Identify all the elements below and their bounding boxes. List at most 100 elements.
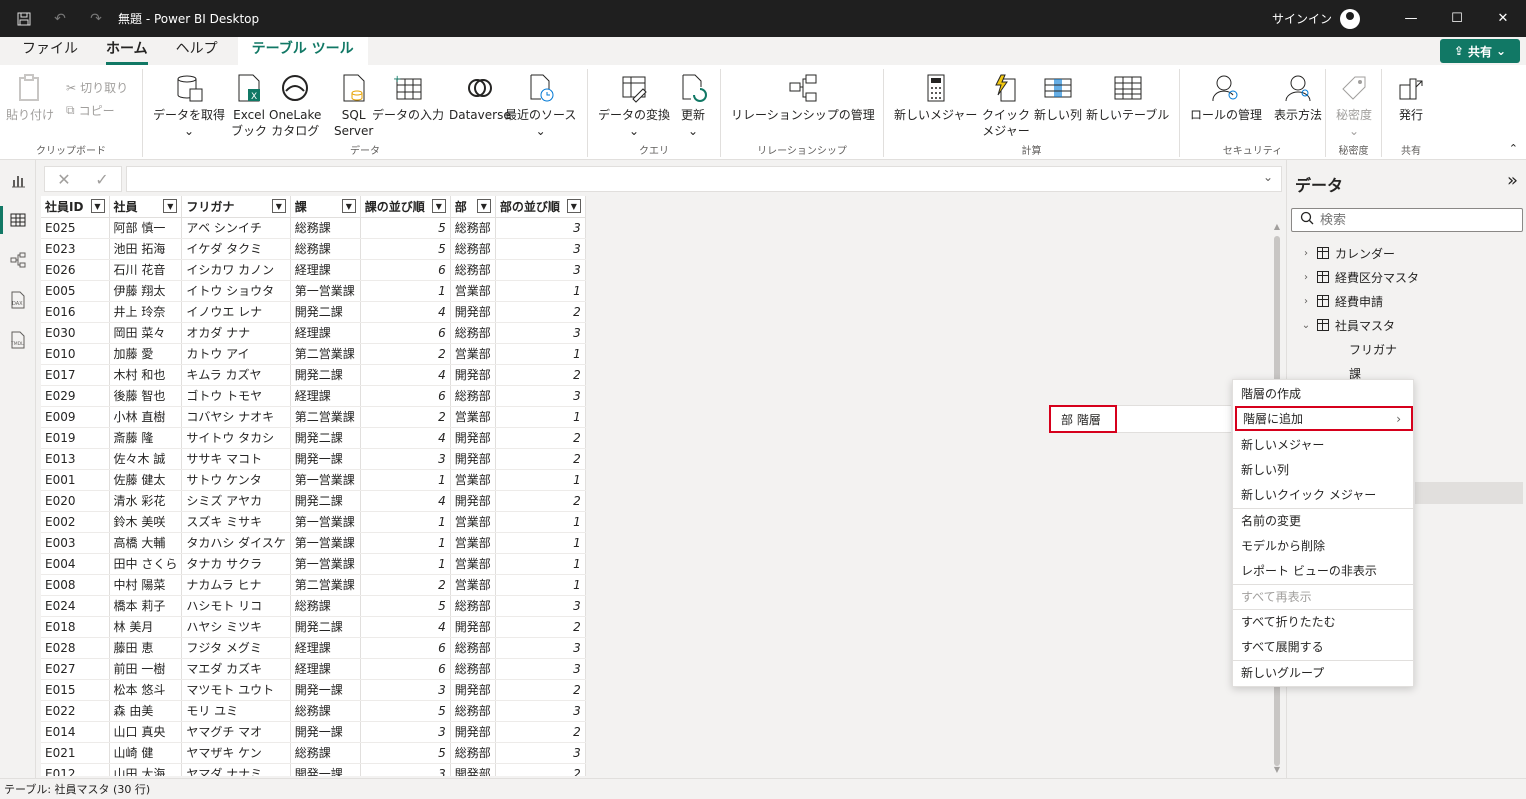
table-cell[interactable]: E023 [41,238,110,260]
table-cell[interactable]: 1 [495,553,586,575]
table-cell[interactable]: 営業部 [450,406,496,428]
table-item-expense-request[interactable]: › 経費申請 [1301,290,1383,312]
table-row[interactable]: E023 池田 拓海 イケダ タクミ 総務課 5 総務部 3 [41,238,586,260]
tab-help[interactable]: ヘルプ [162,37,232,65]
ribbon-collapse-icon[interactable]: ⌃ [1509,142,1518,155]
table-cell[interactable]: 総務部 [450,637,496,659]
table-cell[interactable]: 佐々木 誠 [109,448,183,470]
table-cell[interactable]: 山口 真央 [109,721,183,743]
menu-item-delete-from-model[interactable]: モデルから削除 [1233,533,1413,558]
menu-item-new-column[interactable]: 新しい列 [1233,457,1413,482]
table-cell[interactable]: 1 [495,574,586,596]
menu-item-collapse-all[interactable]: すべて折りたたむ [1233,609,1413,634]
table-cell[interactable]: 5 [360,700,451,722]
table-cell[interactable]: 総務部 [450,217,496,239]
table-cell[interactable]: 5 [360,238,451,260]
table-cell[interactable]: E029 [41,385,110,407]
table-cell[interactable]: 総務部 [450,322,496,344]
table-cell[interactable]: 3 [360,721,451,743]
table-cell[interactable]: E010 [41,343,110,365]
menu-item-expand-all[interactable]: すべて展開する [1233,634,1413,659]
table-cell[interactable]: シミズ アヤカ [181,490,291,512]
dax-query-view-icon[interactable]: DAX [0,282,36,318]
column-header[interactable]: フリガナ ▼ [181,196,291,218]
filter-dropdown-icon[interactable]: ▼ [566,199,581,213]
share-button[interactable]: ⇪ 共有 ⌄ [1440,39,1520,63]
table-cell[interactable]: E005 [41,280,110,302]
table-cell[interactable]: 3 [495,385,586,407]
menu-item-rename[interactable]: 名前の変更 [1233,508,1413,533]
manage-relationships-button[interactable]: リレーションシップの管理 [731,73,875,123]
table-cell[interactable]: サトウ ケンタ [181,469,291,491]
table-cell[interactable]: 総務部 [450,238,496,260]
table-cell[interactable]: ゴトウ トモヤ [181,385,291,407]
table-cell[interactable]: 開発一課 [290,763,361,776]
table-cell[interactable]: 4 [360,616,451,638]
table-cell[interactable]: E018 [41,616,110,638]
table-cell[interactable]: 2 [495,721,586,743]
table-cell[interactable]: 2 [495,763,586,776]
table-cell[interactable]: E002 [41,511,110,533]
table-row[interactable]: E024 橋本 莉子 ハシモト リコ 総務課 5 総務部 3 [41,595,586,617]
table-cell[interactable]: 経理課 [290,637,361,659]
table-cell[interactable]: E008 [41,574,110,596]
commit-icon[interactable]: ✓ [95,170,108,189]
tab-table-tools[interactable]: テーブル ツール [237,37,368,65]
model-view-icon[interactable] [0,242,36,278]
new-column-button[interactable]: 新しい列 [1034,73,1082,123]
table-cell[interactable]: マエダ カズキ [181,658,291,680]
table-cell[interactable]: 2 [495,616,586,638]
table-cell[interactable]: 経理課 [290,259,361,281]
table-cell[interactable]: 佐藤 健太 [109,469,183,491]
table-cell[interactable]: 1 [360,532,451,554]
filter-dropdown-icon[interactable]: ▼ [431,199,446,213]
table-row[interactable]: E021 山崎 健ヤマザキ ケン 総務課 5 総務部 3 [41,742,586,764]
table-cell[interactable]: E004 [41,553,110,575]
table-cell[interactable]: 3 [360,448,451,470]
table-cell[interactable]: 前田 一樹 [109,658,183,680]
table-cell[interactable]: E001 [41,469,110,491]
table-cell[interactable]: 営業部 [450,343,496,365]
table-cell[interactable]: コバヤシ ナオキ [181,406,291,428]
table-row[interactable]: E001 佐藤 健太 サトウ ケンタ 第一営業課 1 営業部 1 [41,469,586,491]
save-icon[interactable] [12,7,36,31]
table-cell[interactable]: 総務部 [450,385,496,407]
report-view-icon[interactable] [0,162,36,198]
field-item-hover[interactable] [1415,482,1523,504]
table-cell[interactable]: 6 [360,385,451,407]
table-cell[interactable]: 井上 玲奈 [109,301,183,323]
close-button[interactable]: ✕ [1480,0,1526,37]
quick-measure-button[interactable]: クイック メジャー [982,73,1030,139]
chevron-right-icon[interactable]: › [1301,248,1311,259]
onelake-catalog-button[interactable]: OneLake カタログ [269,73,321,139]
column-header[interactable]: 部の並び順 ▼ [495,196,586,218]
table-cell[interactable]: 藤田 恵 [109,637,183,659]
table-cell[interactable]: 開発部 [450,721,496,743]
view-as-button[interactable]: 表示方法 [1274,73,1322,123]
table-cell[interactable]: 総務課 [290,217,361,239]
collapse-pane-icon[interactable]: » [1507,170,1518,191]
table-cell[interactable]: E003 [41,532,110,554]
tab-file[interactable]: ファイル [8,37,92,65]
table-cell[interactable]: フジタ メグミ [181,637,291,659]
recent-sources-button[interactable]: 最近のソース ⌄ [505,73,576,139]
table-cell[interactable]: モリ ユミ [181,700,291,722]
table-row[interactable]: E004 田中 さくら タナカ サクラ 第一営業課 1 営業部 1 [41,553,586,575]
table-cell[interactable]: 総務課 [290,595,361,617]
table-cell[interactable]: 池田 拓海 [109,238,183,260]
table-cell[interactable]: 営業部 [450,511,496,533]
table-cell[interactable]: 2 [495,490,586,512]
table-cell[interactable]: 開発二課 [290,364,361,386]
table-cell[interactable]: E020 [41,490,110,512]
table-cell[interactable]: 総務課 [290,700,361,722]
table-cell[interactable]: E009 [41,406,110,428]
new-table-button[interactable]: 新しいテーブル [1086,73,1169,123]
table-cell[interactable]: 総務部 [450,700,496,722]
menu-item-add-to-hierarchy[interactable]: 階層に追加 › [1235,406,1413,431]
scroll-up-icon[interactable]: ▲ [1272,222,1282,231]
table-cell[interactable]: 1 [360,469,451,491]
submenu-item-dept-hierarchy[interactable]: 部 階層 [1049,405,1117,433]
table-row[interactable]: E014 山口 真央 ヤマグチ マオ 開発一課 3 開発部 2 [41,721,586,743]
table-cell[interactable]: タカハシ ダイスケ [181,532,291,554]
table-cell[interactable]: 1 [495,511,586,533]
